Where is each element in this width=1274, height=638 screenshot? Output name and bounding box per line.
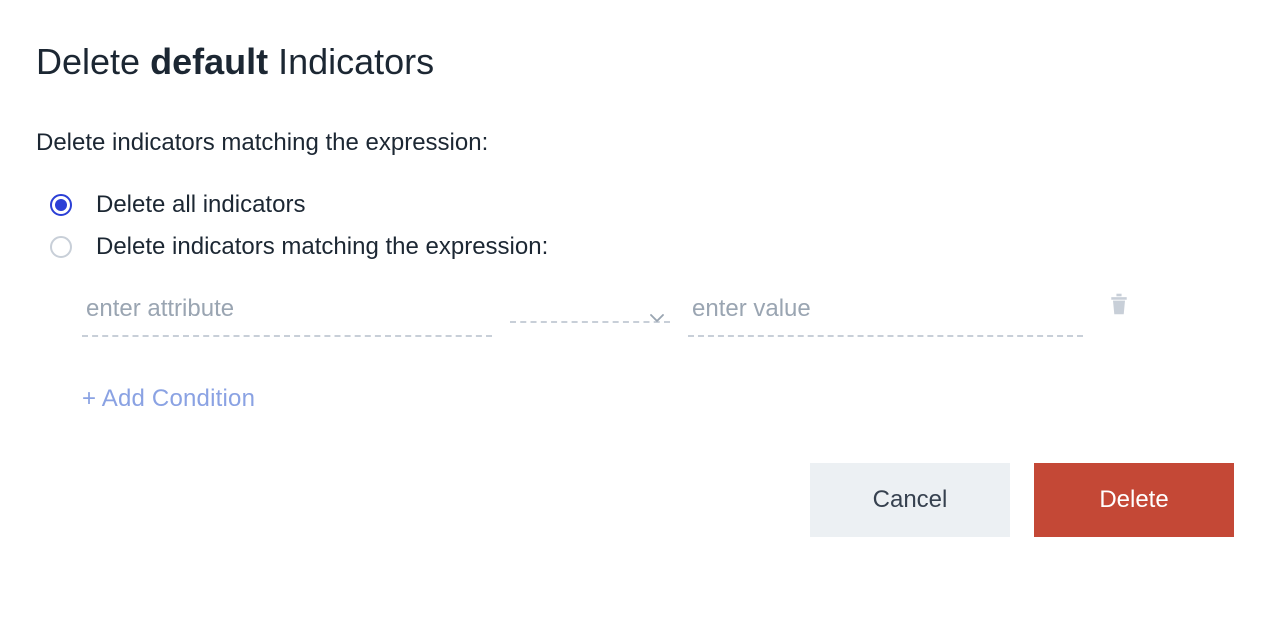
chevron-down-icon	[648, 311, 666, 330]
value-input[interactable]	[688, 287, 1083, 337]
attribute-input[interactable]	[82, 287, 492, 337]
value-field-wrap	[688, 287, 1083, 337]
dialog-footer: Cancel Delete	[36, 463, 1238, 537]
delete-scope-options: Delete all indicators Delete indicators …	[36, 191, 1238, 261]
cancel-button[interactable]: Cancel	[810, 463, 1010, 537]
trash-icon	[1108, 292, 1130, 321]
title-suffix: Indicators	[268, 41, 434, 82]
option-delete-matching-label: Delete indicators matching the expressio…	[96, 233, 548, 261]
conditions-area: + Add Condition	[36, 287, 1238, 413]
option-delete-matching[interactable]: Delete indicators matching the expressio…	[50, 233, 1238, 261]
operator-select[interactable]	[510, 301, 670, 323]
condition-row	[82, 287, 1238, 337]
dialog-subtitle: Delete indicators matching the expressio…	[36, 129, 1238, 157]
title-emphasis: default	[150, 41, 268, 82]
dialog-delete-indicators: Delete default Indicators Delete indicat…	[0, 0, 1274, 577]
option-delete-all[interactable]: Delete all indicators	[50, 191, 1238, 219]
title-prefix: Delete	[36, 41, 150, 82]
delete-button[interactable]: Delete	[1034, 463, 1234, 537]
radio-delete-matching[interactable]	[50, 236, 72, 258]
radio-delete-all[interactable]	[50, 194, 72, 216]
delete-condition-button[interactable]	[1105, 292, 1133, 320]
attribute-field-wrap	[82, 287, 492, 337]
dialog-title: Delete default Indicators	[36, 40, 1238, 83]
option-delete-all-label: Delete all indicators	[96, 191, 305, 219]
add-condition-button[interactable]: + Add Condition	[82, 385, 255, 413]
